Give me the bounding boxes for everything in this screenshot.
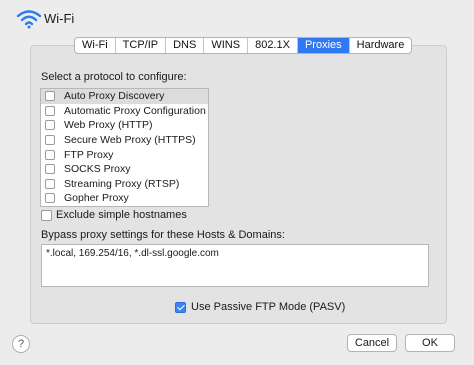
tab-wifi[interactable]: Wi-Fi bbox=[75, 38, 116, 53]
protocol-select-label: Select a protocol to configure: bbox=[41, 71, 187, 83]
protocol-label: Secure Web Proxy (HTTPS) bbox=[64, 134, 196, 147]
passive-ftp-mode[interactable]: Use Passive FTP Mode (PASV) bbox=[175, 301, 345, 313]
tab-hardware[interactable]: Hardware bbox=[350, 38, 412, 53]
wifi-icon bbox=[16, 10, 42, 29]
protocol-checkbox[interactable] bbox=[45, 164, 55, 175]
protocol-label: Automatic Proxy Configuration bbox=[64, 104, 206, 117]
cancel-button[interactable]: Cancel bbox=[347, 334, 397, 352]
protocol-checkbox[interactable] bbox=[45, 135, 55, 146]
protocol-ftp-proxy[interactable]: FTP Proxy bbox=[41, 147, 208, 162]
protocol-checkbox[interactable] bbox=[45, 120, 55, 131]
protocol-label: Streaming Proxy (RTSP) bbox=[64, 177, 180, 190]
protocol-socks-proxy[interactable]: SOCKS Proxy bbox=[41, 162, 208, 177]
protocol-label: FTP Proxy bbox=[64, 148, 114, 161]
protocol-gopher-proxy[interactable]: Gopher Proxy bbox=[41, 191, 208, 206]
protocol-checkbox[interactable] bbox=[45, 193, 55, 204]
protocol-streaming-proxy-rtsp[interactable]: Streaming Proxy (RTSP) bbox=[41, 177, 208, 192]
bypass-hosts-field[interactable]: *.local, 169.254/16, *.dl-ssl.google.com bbox=[41, 244, 429, 287]
protocol-web-proxy-http[interactable]: Web Proxy (HTTP) bbox=[41, 118, 208, 133]
exclude-simple-hostnames-label: Exclude simple hostnames bbox=[56, 209, 187, 221]
tab-bar: Wi-Fi TCP/IP DNS WINS 802.1X Proxies Har… bbox=[74, 37, 413, 54]
protocol-checkbox[interactable] bbox=[45, 149, 55, 160]
tab-tcpip[interactable]: TCP/IP bbox=[116, 38, 167, 53]
protocol-automatic-proxy-configuration[interactable]: Automatic Proxy Configuration bbox=[41, 104, 208, 119]
tab-8021x[interactable]: 802.1X bbox=[248, 38, 298, 53]
protocol-label: Web Proxy (HTTP) bbox=[64, 119, 153, 132]
window-header: Wi-Fi bbox=[0, 0, 474, 40]
protocol-label: SOCKS Proxy bbox=[64, 163, 131, 176]
protocol-secure-web-proxy-https[interactable]: Secure Web Proxy (HTTPS) bbox=[41, 133, 208, 148]
window-title: Wi-Fi bbox=[44, 11, 75, 26]
passive-ftp-label: Use Passive FTP Mode (PASV) bbox=[191, 301, 346, 313]
tab-wins[interactable]: WINS bbox=[204, 38, 249, 53]
tab-dns[interactable]: DNS bbox=[166, 38, 205, 53]
protocol-checkbox[interactable] bbox=[45, 178, 55, 189]
protocol-auto-proxy-discovery[interactable]: Auto Proxy Discovery bbox=[41, 89, 208, 104]
exclude-simple-hostnames[interactable]: Exclude simple hostnames bbox=[41, 209, 187, 221]
tab-proxies[interactable]: Proxies bbox=[297, 38, 350, 53]
exclude-simple-hostnames-checkbox[interactable] bbox=[41, 209, 52, 221]
protocol-checkbox[interactable] bbox=[45, 91, 55, 102]
ok-button[interactable]: OK bbox=[405, 334, 455, 352]
protocol-list: Auto Proxy Discovery Automatic Proxy Con… bbox=[40, 88, 209, 207]
help-button[interactable]: ? bbox=[12, 335, 30, 353]
protocol-label: Auto Proxy Discovery bbox=[64, 90, 165, 103]
passive-ftp-checkbox[interactable] bbox=[175, 301, 186, 313]
protocol-label: Gopher Proxy bbox=[64, 192, 129, 205]
bypass-label: Bypass proxy settings for these Hosts & … bbox=[41, 229, 285, 241]
protocol-checkbox[interactable] bbox=[45, 105, 55, 116]
